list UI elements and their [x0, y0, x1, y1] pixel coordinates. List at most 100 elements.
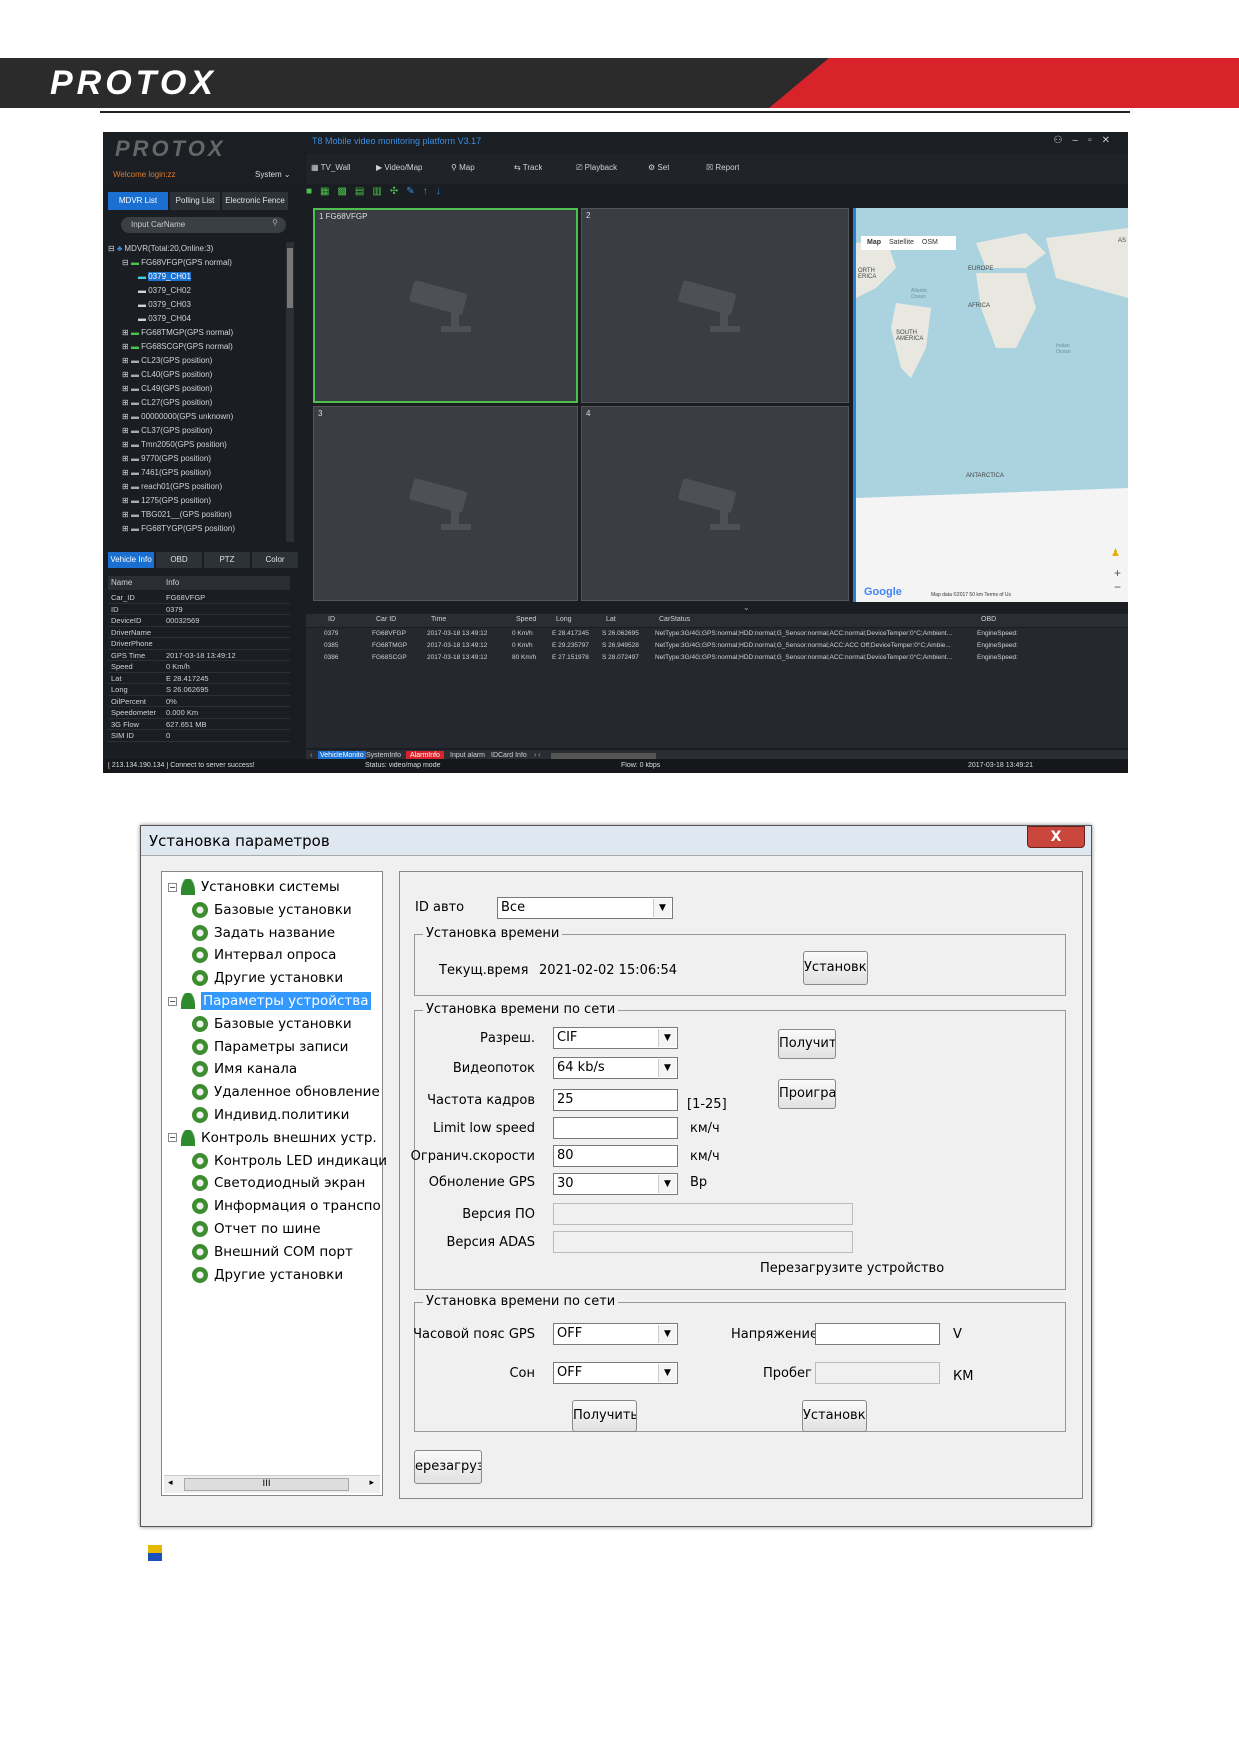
- map-view[interactable]: Map Satellite OSM EUROPE AFRICA SOUTH AMER…: [853, 208, 1128, 602]
- reboot-button[interactable]: ерезагрузі: [414, 1450, 482, 1484]
- tree-item[interactable]: Базовые установки: [192, 899, 352, 921]
- play-button[interactable]: Проиграть: [778, 1079, 836, 1109]
- tree-vehicle[interactable]: ⊞ ▬ CL27(GPS position): [108, 396, 286, 410]
- tree-horizontal-scrollbar[interactable]: ◂ III ▸: [164, 1475, 380, 1493]
- camera-view-2[interactable]: 2: [581, 208, 849, 403]
- tree-vehicle[interactable]: ⊞ ▬ 7461(GPS position): [108, 466, 286, 480]
- gps-update-select[interactable]: 30 ▼: [553, 1173, 678, 1195]
- tree-channel[interactable]: ▬ 0379_CH04: [108, 312, 286, 326]
- tree-item[interactable]: Базовые установки: [192, 1013, 352, 1035]
- tree-item[interactable]: Индивид.политики: [192, 1104, 349, 1126]
- tree-item[interactable]: Интервал опроса: [192, 944, 336, 966]
- set-button-2[interactable]: Установки: [802, 1400, 867, 1432]
- playback-button[interactable]: ⎚ Playback: [576, 163, 617, 173]
- tree-item[interactable]: Другие установки: [192, 967, 343, 989]
- map-button[interactable]: ⚲ Map: [451, 163, 475, 172]
- tree-item[interactable]: Отчет по шине: [192, 1218, 321, 1240]
- tree-vehicle[interactable]: ⊞ ▬ Tmn2050(GPS position): [108, 438, 286, 452]
- videomap-button[interactable]: ▶ Video/Map: [376, 163, 422, 172]
- tree-item[interactable]: Задать название: [192, 922, 335, 944]
- sleep-select[interactable]: OFF ▼: [553, 1362, 678, 1384]
- collapse-icon[interactable]: −: [168, 1133, 177, 1143]
- tree-vehicle[interactable]: ⊞ ▬ FG68SCGP(GPS normal): [108, 340, 286, 354]
- tab-electronic-fence[interactable]: Electronic Fence: [222, 192, 288, 210]
- id-auto-select[interactable]: Все ▼: [497, 897, 673, 919]
- collapse-icon[interactable]: −: [168, 882, 177, 892]
- bitrate-select[interactable]: 64 kb/s ▼: [553, 1057, 678, 1079]
- set-button[interactable]: ⚙ Set: [648, 163, 669, 172]
- tab-mdvr-list[interactable]: MDVR List: [108, 192, 168, 210]
- tree-group[interactable]: − Установки системы: [168, 876, 340, 898]
- tree-vehicle[interactable]: ⊞ ▬ 00000000(GPS unknown): [108, 410, 286, 424]
- tree-vehicle[interactable]: ⊞ ▬ FG68TMGP(GPS normal): [108, 326, 286, 340]
- tree-item[interactable]: Удаленное обновление: [192, 1081, 380, 1103]
- collapse-icon[interactable]: −: [168, 996, 177, 1006]
- tab-ptz[interactable]: PTZ: [204, 552, 250, 568]
- tab-obd[interactable]: OBD: [156, 552, 202, 568]
- camera-view-4[interactable]: 4: [581, 406, 849, 601]
- tvwall-button[interactable]: ▦ TV_Wall: [311, 163, 351, 172]
- grid-column-header[interactable]: Speed: [516, 616, 536, 623]
- tree-vehicle[interactable]: ⊞ ▬ CL49(GPS position): [108, 382, 286, 396]
- get-button-2[interactable]: Получить: [572, 1400, 637, 1432]
- tree-vehicle[interactable]: ⊞ ▬ TBG021__(GPS position): [108, 508, 286, 522]
- tree-item[interactable]: Светодиодный экран: [192, 1172, 365, 1194]
- speed-limit-input[interactable]: 80: [553, 1145, 678, 1167]
- get-button[interactable]: Получить: [778, 1029, 836, 1059]
- map-type-tabs[interactable]: Map Satellite OSM: [861, 236, 956, 250]
- tree-group[interactable]: − Параметры устройства: [168, 990, 371, 1012]
- tree-vehicle[interactable]: ⊞ ▬ CL23(GPS position): [108, 354, 286, 368]
- tree-item[interactable]: Имя канала: [192, 1058, 297, 1080]
- tree-group[interactable]: − Контроль внешних устр.: [168, 1127, 377, 1149]
- tree-vehicle[interactable]: ⊟ ▬ FG68VFGP(GPS normal): [108, 256, 286, 270]
- grid-column-header[interactable]: OBD: [981, 616, 996, 623]
- limit-speed-input[interactable]: [553, 1117, 678, 1139]
- tree-vehicle[interactable]: ⊞ ▬ FG68TYGP(GPS position): [108, 522, 286, 536]
- collapse-chevron[interactable]: ⌄: [743, 603, 750, 612]
- grid-column-header[interactable]: Long: [556, 616, 572, 623]
- grid-column-header[interactable]: Car ID: [376, 616, 396, 623]
- tree-vehicle[interactable]: ⊞ ▬ 1275(GPS position): [108, 494, 286, 508]
- grid-column-header[interactable]: Time: [431, 616, 446, 623]
- scroll-thumb[interactable]: III: [184, 1478, 349, 1491]
- tree-root[interactable]: ⊟ ♣ MDVR(Total:20,Online:3): [108, 242, 286, 256]
- system-menu[interactable]: System ⌄: [255, 170, 291, 179]
- tree-item[interactable]: Внешний COM порт: [192, 1241, 353, 1263]
- tab-system-info[interactable]: SystemInfo: [366, 752, 401, 759]
- track-button[interactable]: ⇆ Track: [514, 163, 542, 172]
- pegman-icon[interactable]: ♟: [1111, 548, 1120, 559]
- tree-item[interactable]: Другие установки: [192, 1264, 343, 1286]
- voltage-input[interactable]: [815, 1323, 940, 1345]
- tree-item[interactable]: Информация о транспо: [192, 1195, 381, 1217]
- tab-color[interactable]: Color: [252, 552, 298, 568]
- close-button[interactable]: X: [1027, 826, 1085, 848]
- tree-vehicle[interactable]: ⊞ ▬ CL40(GPS position): [108, 368, 286, 382]
- tree-item[interactable]: Параметры записи: [192, 1036, 348, 1058]
- tree-vehicle[interactable]: ⊞ ▬ reach01(GPS position): [108, 480, 286, 494]
- tree-channel[interactable]: ▬ 0379_CH02: [108, 284, 286, 298]
- tab-polling-list[interactable]: Polling List: [170, 192, 220, 210]
- grid-column-header[interactable]: ID: [328, 616, 335, 623]
- tab-idcard-info[interactable]: IDCard Info: [491, 752, 527, 759]
- tree-scrollbar[interactable]: [286, 242, 294, 542]
- tree-vehicle[interactable]: ⊞ ▬ 9770(GPS position): [108, 452, 286, 466]
- grid-column-header[interactable]: Lat: [606, 616, 616, 623]
- tree-channel[interactable]: ▬ 0379_CH03: [108, 298, 286, 312]
- zoom-in-button[interactable]: +: [1114, 566, 1121, 580]
- tree-vehicle[interactable]: ⊞ ▬ CL37(GPS position): [108, 424, 286, 438]
- zoom-out-button[interactable]: −: [1114, 580, 1121, 594]
- tree-item[interactable]: Контроль LED индикаци: [192, 1150, 387, 1172]
- tab-vehicle-info[interactable]: Vehicle Info: [108, 552, 154, 568]
- carname-search[interactable]: Input CarName ⚲: [121, 217, 286, 233]
- table-row[interactable]: 0385 FG68TMGP 2017-03-18 13:49:12 0 Km/h E 2…: [306, 640, 1128, 652]
- table-row[interactable]: 0379 FG68VFGP 2017-03-18 13:49:12 0 Km/h E 2…: [306, 628, 1128, 640]
- set-time-button[interactable]: Установки: [803, 951, 868, 985]
- grid-column-header[interactable]: CarStatus: [659, 616, 690, 623]
- table-row[interactable]: 0386 FG68SCGP 2017-03-18 13:49:12 80 Km/h E …: [306, 652, 1128, 664]
- gps-timezone-select[interactable]: OFF ▼: [553, 1323, 678, 1345]
- tab-input-alarm[interactable]: Input alarm: [450, 752, 485, 759]
- fps-input[interactable]: 25: [553, 1089, 678, 1111]
- window-controls[interactable]: ⚇–▫✕: [1054, 135, 1120, 146]
- camera-view-1[interactable]: 1 FG68VFGP: [313, 208, 578, 403]
- layout-icon-bar[interactable]: ■▦▩▤▥✣✎↑↓: [306, 186, 1128, 202]
